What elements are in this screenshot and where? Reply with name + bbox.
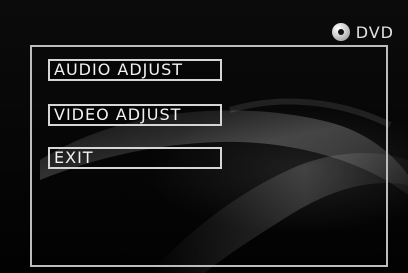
- dvd-brand: DVD: [331, 22, 394, 42]
- audio-adjust-button[interactable]: AUDIO ADJUST: [48, 59, 222, 81]
- exit-button[interactable]: EXIT: [48, 147, 222, 169]
- dvd-menu-screen: DVD AUDIO ADJUST VIDEO ADJUST EXIT: [0, 0, 408, 273]
- disc-icon: [331, 23, 350, 41]
- dvd-label: DVD: [355, 22, 394, 42]
- video-adjust-button[interactable]: VIDEO ADJUST: [48, 104, 222, 126]
